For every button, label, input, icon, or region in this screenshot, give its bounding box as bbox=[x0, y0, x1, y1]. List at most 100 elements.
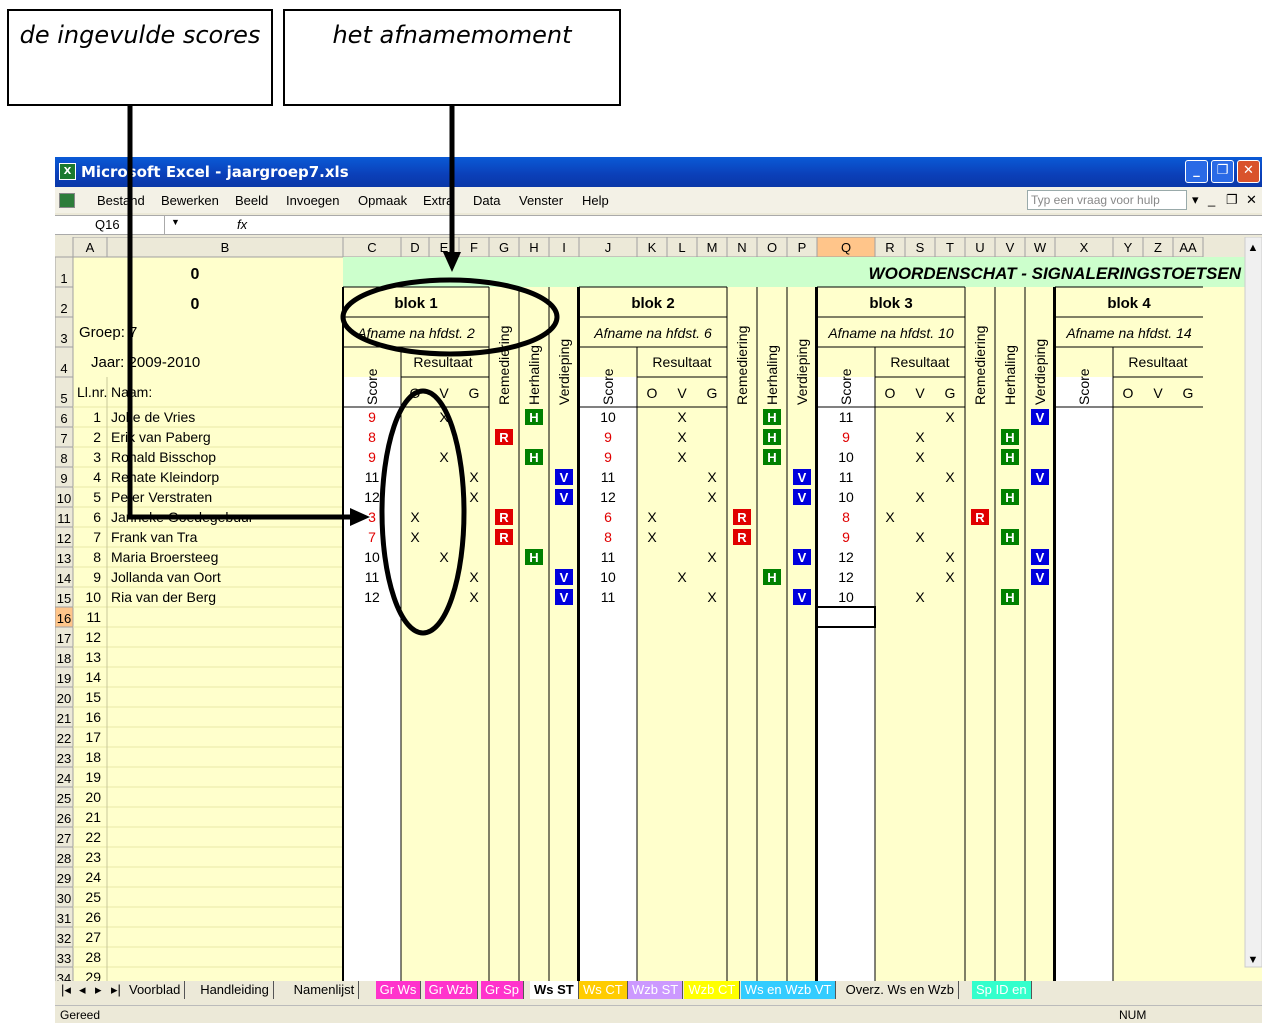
result-mark: X bbox=[410, 529, 420, 545]
advice-letter: V bbox=[560, 590, 569, 605]
sheet-tab[interactable]: Sp ID en bbox=[972, 981, 1032, 999]
score-value: 9 bbox=[368, 449, 376, 465]
block-name: blok 1 bbox=[394, 295, 437, 312]
row-header-label: 8 bbox=[60, 451, 67, 466]
tab-last-icon[interactable]: ▸| bbox=[107, 981, 125, 999]
score-value: 11 bbox=[601, 469, 616, 485]
remediering-header: Remediering bbox=[972, 326, 988, 405]
student-nr: 7 bbox=[93, 529, 101, 545]
doc-minimize-icon[interactable]: _ bbox=[1208, 192, 1215, 207]
student-nr: 28 bbox=[85, 949, 101, 965]
excel-icon: X bbox=[59, 163, 76, 180]
score-value: 11 bbox=[601, 549, 616, 565]
student-name: Ronald Bisschop bbox=[111, 449, 216, 465]
row-header-label: 3 bbox=[60, 331, 67, 346]
menu-bestand[interactable]: Bestand bbox=[97, 193, 145, 208]
sheet-tab[interactable]: Ws CT bbox=[579, 981, 628, 999]
row-header-label: 6 bbox=[60, 411, 67, 426]
score-value: 12 bbox=[364, 489, 380, 505]
advice-letter: R bbox=[737, 510, 747, 525]
namebox-dropdown-icon[interactable]: ▼ bbox=[171, 217, 180, 227]
sheet-tab[interactable]: Wzb CT bbox=[684, 981, 741, 999]
name-box[interactable]: Q16 bbox=[55, 216, 165, 234]
advice-letter: H bbox=[529, 450, 538, 465]
advice-letter: V bbox=[1036, 550, 1045, 565]
student-nr: 3 bbox=[93, 449, 101, 465]
score-header: Score bbox=[364, 368, 380, 405]
result-col-v: V bbox=[439, 385, 449, 401]
student-nr: 21 bbox=[85, 809, 101, 825]
advice-letter: H bbox=[1005, 490, 1014, 505]
sheet-tab[interactable]: Ws en Wzb VT bbox=[740, 981, 837, 999]
result-mark: X bbox=[915, 529, 925, 545]
col-header-label: H bbox=[529, 240, 538, 255]
groep-label: Groep: 7 bbox=[79, 324, 137, 341]
menu-bewerken[interactable]: Bewerken bbox=[161, 193, 219, 208]
student-nr: 12 bbox=[85, 629, 101, 645]
sheet-tab[interactable]: Handleiding bbox=[196, 981, 274, 999]
advice-letter: R bbox=[499, 510, 509, 525]
result-mark: X bbox=[915, 449, 925, 465]
doc-restore-icon[interactable]: ❐ bbox=[1226, 192, 1238, 208]
block-name: blok 4 bbox=[1107, 295, 1151, 312]
result-mark: X bbox=[945, 409, 955, 425]
result-col-o: O bbox=[885, 385, 896, 401]
student-name: Maria Broersteeg bbox=[111, 549, 218, 565]
advice-letter: V bbox=[798, 590, 807, 605]
score-value: 12 bbox=[600, 489, 616, 505]
menu-extra[interactable]: Extra bbox=[423, 193, 453, 208]
student-nr: 18 bbox=[85, 749, 101, 765]
remediering-header: Remediering bbox=[496, 326, 512, 405]
result-mark: X bbox=[885, 509, 895, 525]
row-header-label: 1 bbox=[60, 271, 67, 286]
restore-button[interactable]: ❐ bbox=[1211, 160, 1234, 183]
verdieping-header: Verdieping bbox=[556, 339, 572, 405]
sheet-tabs: |◂ ◂ ▸ ▸| Voorblad Handleiding Namenlijst G… bbox=[55, 981, 1262, 1001]
row-header-label: 5 bbox=[60, 391, 67, 406]
score-value: 11 bbox=[839, 469, 854, 485]
row-header-label: 24 bbox=[57, 771, 71, 786]
student-name: Janneke Goedegebuur bbox=[111, 509, 254, 525]
result-mark: X bbox=[469, 489, 479, 505]
tab-next-icon[interactable]: ▸ bbox=[91, 981, 106, 999]
sheet-tab[interactable]: Gr Sp bbox=[481, 981, 524, 999]
callout-afnamemoment: het afnamemoment bbox=[283, 9, 621, 106]
student-nr: 2 bbox=[93, 429, 101, 445]
help-dropdown-icon[interactable]: ▾ bbox=[1192, 192, 1199, 208]
spreadsheet-grid[interactable]: A B C D E F G H I J K L M N O P Q R S T U V W X Y Z AA 1 2 3 4 5 6 7 8 9 10 1… bbox=[54, 236, 1262, 988]
fx-icon[interactable]: fx bbox=[237, 217, 247, 232]
remediering-header: Remediering bbox=[734, 326, 750, 405]
doc-close-icon[interactable]: ✕ bbox=[1246, 192, 1257, 208]
menu-opmaak[interactable]: Opmaak bbox=[358, 193, 407, 208]
col-header-label: Y bbox=[1124, 240, 1133, 255]
sheet-tab[interactable]: Overz. Ws en Wzb bbox=[842, 981, 959, 999]
menu-data[interactable]: Data bbox=[473, 193, 500, 208]
sheet-tab[interactable]: Gr Wzb bbox=[424, 981, 478, 999]
col-header-label: V bbox=[1006, 240, 1015, 255]
help-search-input[interactable]: Typ een vraag voor hulp bbox=[1027, 190, 1187, 210]
menu-venster[interactable]: Venster bbox=[519, 193, 563, 208]
minimize-button[interactable]: _ bbox=[1185, 160, 1208, 183]
menu-beeld[interactable]: Beeld bbox=[235, 193, 268, 208]
row-header-label: 7 bbox=[60, 431, 67, 446]
sheet-tab[interactable]: Gr Ws bbox=[375, 981, 422, 999]
sheet-tab[interactable]: Namenlijst bbox=[290, 981, 360, 999]
menu-invoegen[interactable]: Invoegen bbox=[286, 193, 340, 208]
score-header: Score bbox=[1076, 368, 1092, 405]
score-value: 10 bbox=[838, 449, 854, 465]
row-header-label: 22 bbox=[57, 731, 71, 746]
result-mark: X bbox=[469, 469, 479, 485]
student-nr: 22 bbox=[85, 829, 101, 845]
tab-first-icon[interactable]: |◂ bbox=[57, 981, 75, 999]
jaar-label: Jaar: 2009-2010 bbox=[91, 354, 200, 371]
sheet-tab[interactable]: Voorblad bbox=[125, 981, 186, 999]
result-mark: X bbox=[945, 569, 955, 585]
sheet-tab[interactable]: Ws ST bbox=[530, 981, 579, 999]
excel-window: X Microsoft Excel - jaargroep7.xls _ ❐ ✕… bbox=[54, 157, 1262, 1023]
title-bar[interactable]: X Microsoft Excel - jaargroep7.xls _ ❐ ✕ bbox=[55, 157, 1262, 187]
sheet-tab[interactable]: Wzb ST bbox=[628, 981, 684, 999]
close-button[interactable]: ✕ bbox=[1237, 160, 1260, 183]
tab-prev-icon[interactable]: ◂ bbox=[75, 981, 90, 999]
row-header-label: 31 bbox=[57, 911, 71, 926]
menu-help[interactable]: Help bbox=[582, 193, 609, 208]
